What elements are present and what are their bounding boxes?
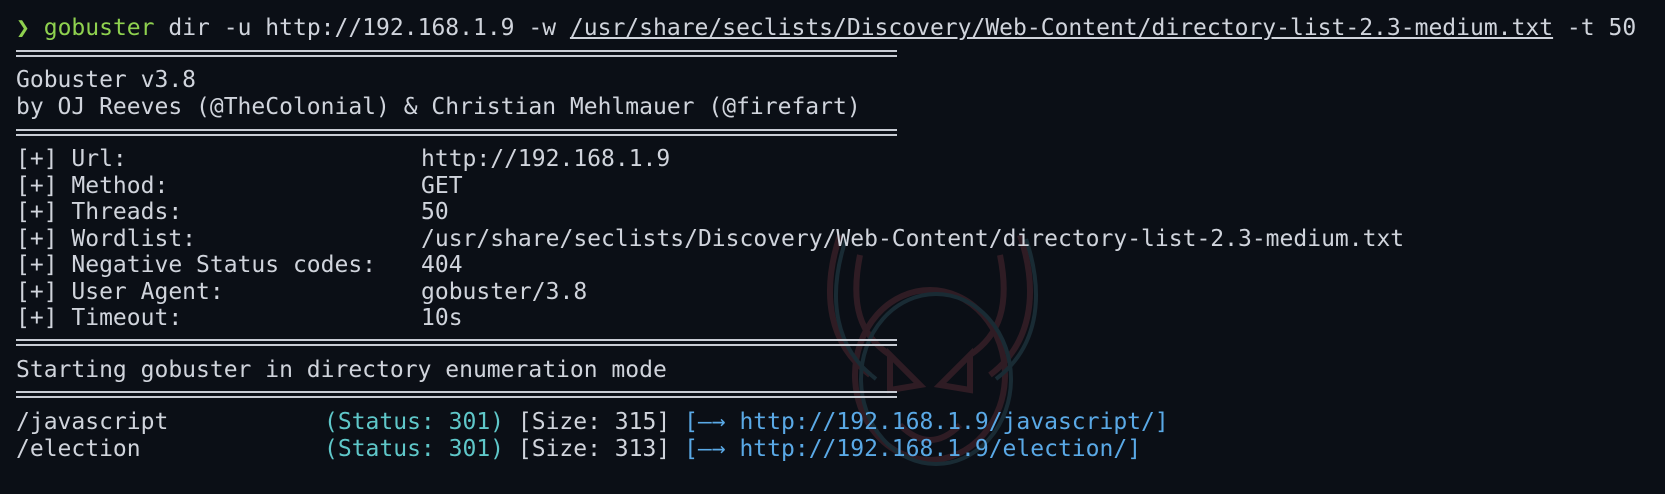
command-program: gobuster xyxy=(43,15,155,41)
banner-authors: by OJ Reeves (@TheColonial) & Christian … xyxy=(16,94,861,120)
redirect-arrow-icon: [—→ xyxy=(684,409,740,435)
config-value: 50 xyxy=(421,199,449,225)
banner-version: Gobuster v3.8 xyxy=(16,67,197,93)
config-label: [+] Wordlist: xyxy=(16,226,197,252)
config-value: 404 xyxy=(421,252,463,278)
config-row-negative-status: [+] Negative Status codes: 404 xyxy=(16,251,463,279)
result-path: /election xyxy=(16,436,141,462)
config-value: 10s xyxy=(421,305,463,331)
redirect-bracket: ] xyxy=(1154,409,1169,435)
redirect-arrow-icon: [—→ xyxy=(684,436,740,462)
config-value: GET xyxy=(421,173,463,199)
config-value: gobuster/3.8 xyxy=(421,279,588,305)
result-size: [Size: 315] xyxy=(517,409,671,435)
result-path: /javascript xyxy=(16,409,169,435)
config-label: [+] Negative Status codes: xyxy=(16,252,377,278)
config-label: [+] Threads: xyxy=(16,199,183,225)
config-row-timeout: [+] Timeout: 10s xyxy=(16,304,463,332)
config-row-user-agent: [+] User Agent: gobuster/3.8 xyxy=(16,278,587,306)
wordlist-path-link[interactable]: /usr/share/seclists/Discovery/Web-Conten… xyxy=(570,15,1553,41)
separator xyxy=(16,50,897,57)
separator xyxy=(16,339,897,346)
start-message: Starting gobuster in directory enumerati… xyxy=(16,357,667,383)
command-args: dir -u http://192.168.1.9 -w xyxy=(154,15,570,41)
redirect-url-link[interactable]: http://192.168.1.9/javascript/ xyxy=(739,409,1154,435)
result-status: (Status: 301) xyxy=(324,436,505,462)
result-status: (Status: 301) xyxy=(324,409,505,435)
config-label: [+] Method: xyxy=(16,173,169,199)
separator xyxy=(16,129,897,136)
config-row-threads: [+] Threads: 50 xyxy=(16,198,449,226)
command-line: ❯ gobuster dir -u http://192.168.1.9 -w … xyxy=(16,14,1636,42)
config-row-url: [+] Url: http://192.168.1.9 xyxy=(16,145,670,173)
config-label: [+] User Agent: xyxy=(16,279,224,305)
config-label: [+] Timeout: xyxy=(16,305,183,331)
terminal-window[interactable]: ❯ gobuster dir -u http://192.168.1.9 -w … xyxy=(0,0,1665,494)
result-row: /election (Status: 301) [Size: 313] [—→ h… xyxy=(16,435,1141,463)
separator xyxy=(16,391,897,398)
redirect-url-link[interactable]: http://192.168.1.9/election/ xyxy=(739,436,1127,462)
config-label: [+] Url: xyxy=(16,146,127,172)
redirect-bracket: ] xyxy=(1127,436,1142,462)
config-row-method: [+] Method: GET xyxy=(16,172,463,200)
config-value: http://192.168.1.9 xyxy=(421,146,671,172)
config-row-wordlist: [+] Wordlist: /usr/share/seclists/Discove… xyxy=(16,225,1404,253)
prompt-chevron-icon: ❯ xyxy=(16,15,30,41)
command-args-threads: -t 50 xyxy=(1553,15,1637,41)
config-value: /usr/share/seclists/Discovery/Web-Conten… xyxy=(421,226,1405,252)
result-row: /javascript (Status: 301) [Size: 315] [—→… xyxy=(16,408,1169,436)
result-size: [Size: 313] xyxy=(517,436,671,462)
